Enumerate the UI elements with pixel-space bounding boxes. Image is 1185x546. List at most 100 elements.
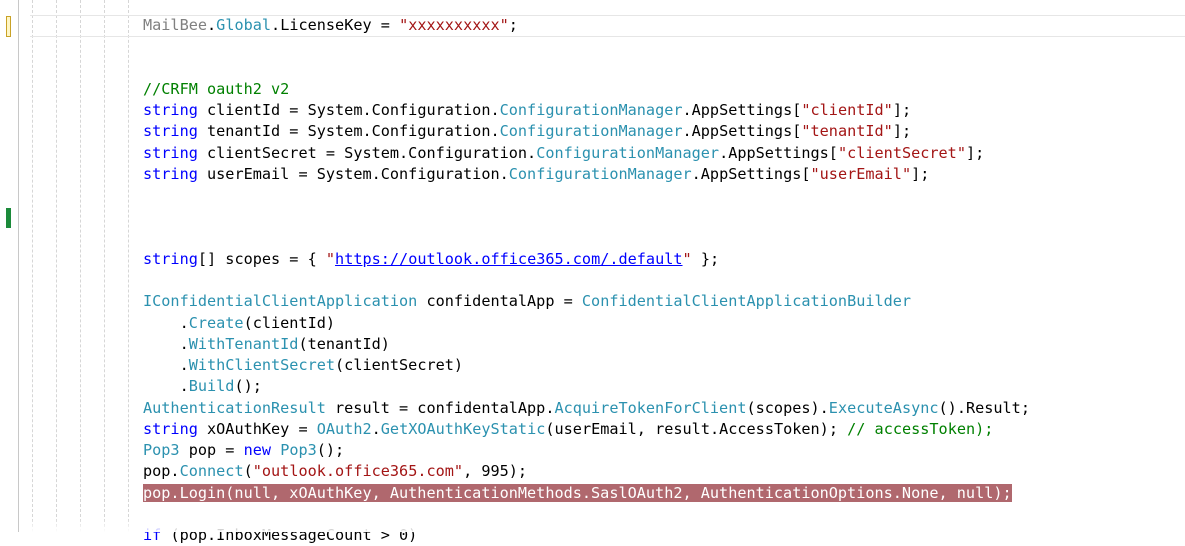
- code-token-string: "xxxxxxxxxx": [399, 16, 509, 34]
- code-token-url[interactable]: https://outlook.office365.com/.default: [335, 250, 682, 268]
- code-line-error-highlight[interactable]: pop.Login(null, xOAuthKey, Authenticatio…: [143, 483, 1030, 504]
- code-line[interactable]: string userEmail = System.Configuration.…: [143, 164, 1030, 185]
- code-token-keyword: string: [143, 249, 198, 268]
- code-line[interactable]: .WithClientSecret(clientSecret): [143, 355, 1030, 376]
- code-token-type: Build: [188, 377, 235, 396]
- code-token-default: .: [143, 313, 189, 332]
- indent-guide: [32, 0, 33, 532]
- code-editor[interactable]: MailBee.Global.LicenseKey = "xxxxxxxxxx"…: [143, 15, 1030, 546]
- code-token-type: ConfigurationManager: [499, 122, 683, 141]
- code-token-default: pop =: [179, 441, 244, 459]
- code-line[interactable]: Pop3 pop = new Pop3();: [143, 440, 1030, 461]
- code-line[interactable]: AuthenticationResult result = confidenta…: [143, 398, 1030, 419]
- code-token-default: userEmail = System.Configuration.: [197, 164, 509, 183]
- indent-guide: [80, 0, 81, 532]
- code-token-default: ];: [965, 143, 985, 162]
- code-token-string: "clientId": [801, 101, 893, 119]
- code-line[interactable]: string xOAuthKey = OAuth2.GetXOAuthKeySt…: [143, 419, 1030, 440]
- unsaved-change-marker: [6, 16, 11, 37]
- code-token-type: ConfigurationManager: [508, 164, 692, 183]
- code-token-string: ": [325, 249, 336, 268]
- code-line[interactable]: string[] scopes = { "https://outlook.off…: [143, 249, 1030, 270]
- code-line[interactable]: .Build();: [143, 376, 1030, 397]
- code-line[interactable]: [143, 206, 1030, 227]
- code-token-default: .: [143, 334, 189, 353]
- code-token-default: .: [143, 377, 189, 396]
- code-token-default: (userEmail, result.AccessToken);: [545, 419, 848, 438]
- code-token-type: OAuth2: [316, 419, 372, 438]
- code-token-type: Global: [216, 16, 272, 34]
- code-token-default: ();: [234, 377, 262, 396]
- code-token-default: (clientSecret): [335, 356, 464, 374]
- code-token-string: "outlook.office365.com": [252, 462, 464, 481]
- code-token-string: "userEmail": [810, 164, 912, 183]
- code-token-default: [] scopes = {: [197, 249, 326, 268]
- code-line[interactable]: .WithTenantId(tenantId): [143, 334, 1030, 355]
- code-token-default: .AppSettings[: [719, 143, 838, 162]
- code-token-default: .: [207, 16, 217, 34]
- code-token-default: (scopes).: [746, 398, 829, 417]
- indent-guide: [128, 0, 129, 532]
- code-token-default: confidentalApp =: [417, 292, 582, 311]
- code-line[interactable]: [143, 58, 1030, 79]
- code-token-default: clientId = System.Configuration.: [197, 101, 500, 119]
- code-token-default: ];: [911, 164, 930, 183]
- code-token-type: IConfidentialClientApplication: [143, 292, 418, 311]
- code-token-type: ConfigurationManager: [499, 101, 683, 119]
- code-line[interactable]: [143, 185, 1030, 206]
- code-token-comment: //CRFM oauth2 v2: [143, 79, 290, 98]
- code-token-type: Pop3: [280, 441, 317, 459]
- code-line[interactable]: .Create(clientId): [143, 313, 1030, 334]
- code-token-default: (tenantId): [298, 334, 390, 353]
- code-token-default: .AppSettings[: [682, 101, 802, 119]
- code-token-default: ;: [508, 16, 518, 34]
- code-token-type: ConfigurationManager: [536, 143, 720, 162]
- code-token-type: Create: [188, 313, 244, 332]
- code-line[interactable]: MailBee.Global.LicenseKey = "xxxxxxxxxx"…: [143, 15, 1030, 36]
- code-token-default: ().Result;: [938, 398, 1030, 417]
- code-token-faded: MailBee: [143, 16, 208, 34]
- code-token-string: ": [682, 249, 692, 268]
- code-line[interactable]: //CRFM oauth2 v2: [143, 79, 1030, 100]
- code-token-default: (: [243, 462, 253, 481]
- code-token-type: ConfidentialClientApplicationBuilder: [581, 292, 912, 311]
- code-line[interactable]: [143, 228, 1030, 249]
- code-token-string: "clientSecret": [837, 143, 966, 162]
- indent-guide: [104, 0, 105, 532]
- breakpoint-highlight: pop.Login(null, xOAuthKey, Authenticatio…: [143, 483, 1012, 502]
- code-token-default: ();: [316, 441, 345, 459]
- code-token-default: pop.Login(null, xOAuthKey, Authenticatio…: [143, 483, 1012, 502]
- code-token-type: WithTenantId: [188, 334, 299, 353]
- code-line[interactable]: string clientSecret = System.Configurati…: [143, 143, 1030, 164]
- code-token-default: };: [691, 249, 720, 268]
- code-token-default: clientSecret = System.Configuration.: [197, 143, 537, 162]
- code-token-keyword: new: [243, 441, 272, 459]
- code-token-default: .: [143, 356, 189, 374]
- code-token-default: .LicenseKey =: [271, 16, 400, 34]
- code-line[interactable]: [143, 270, 1030, 291]
- code-line[interactable]: [143, 36, 1030, 57]
- code-token-keyword: string: [143, 143, 198, 162]
- code-token-type: WithClientSecret: [188, 356, 336, 374]
- code-token-default: pop.: [143, 462, 180, 481]
- code-token-type: Connect: [179, 462, 244, 481]
- code-token-keyword: string: [143, 101, 198, 119]
- editor-gutter: [0, 0, 30, 532]
- code-token-type: GetXOAuthKeyStatic: [380, 419, 546, 438]
- code-token-default: ];: [892, 122, 912, 141]
- code-token-keyword: string: [143, 164, 198, 183]
- code-token-default: .AppSettings[: [682, 122, 802, 141]
- code-line[interactable]: string tenantId = System.Configuration.C…: [143, 121, 1030, 142]
- code-line[interactable]: string clientId = System.Configuration.C…: [143, 100, 1030, 121]
- code-token-type: Pop3: [143, 441, 180, 459]
- code-line[interactable]: IConfidentialClientApplication confident…: [143, 291, 1030, 312]
- indent-guide: [56, 0, 57, 532]
- code-token-keyword: string: [143, 419, 198, 438]
- gutter-divider: [18, 0, 19, 532]
- code-token-comment: // accessToken);: [847, 419, 994, 438]
- code-token-default: , 995);: [463, 462, 528, 481]
- code-token-type: AcquireTokenForClient: [554, 398, 747, 417]
- code-line[interactable]: pop.Connect("outlook.office365.com", 995…: [143, 461, 1030, 482]
- code-token-default: .: [371, 419, 381, 438]
- code-token-keyword: string: [143, 122, 198, 141]
